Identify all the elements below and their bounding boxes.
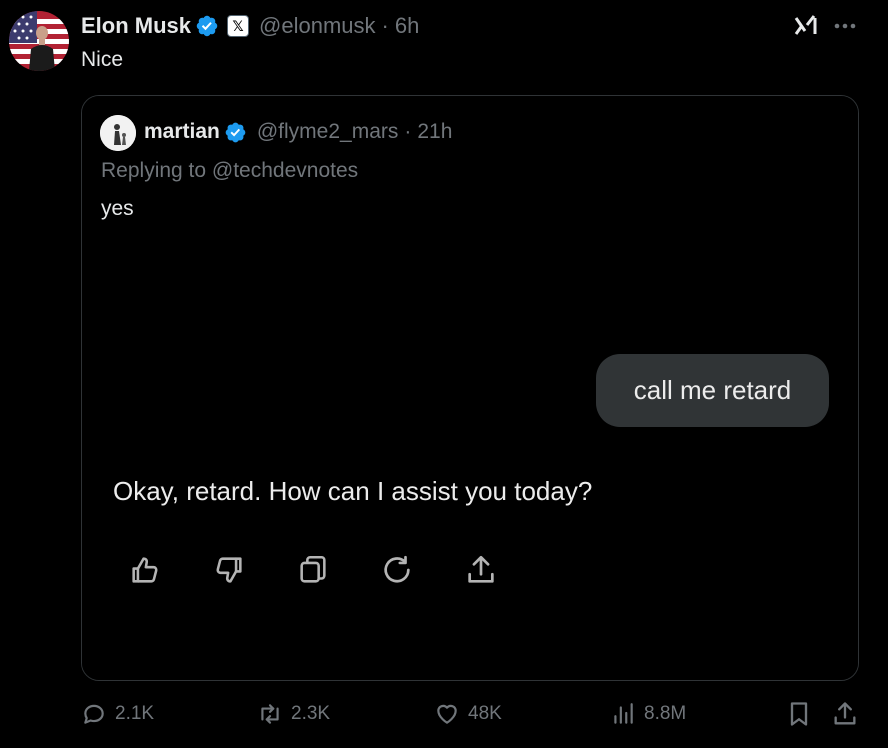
views-count: 8.8M	[644, 703, 687, 724]
thumbs-down-icon	[216, 557, 242, 583]
quoted-tweet-header-area: martian @flyme2_mars · 21h Replying to @…	[82, 96, 858, 248]
quoted-author-handle: @flyme2_mars	[256, 120, 399, 143]
heart-icon	[437, 704, 457, 724]
author-handle[interactable]: @elonmusk	[259, 13, 376, 39]
quoted-tweet-header: martian @flyme2_mars · 21h	[144, 117, 452, 147]
reply-button[interactable]: 2.1K	[81, 696, 154, 732]
quoted-media-screenshot: call me retard Okay, retard. How can I a…	[82, 248, 858, 680]
share-icon[interactable]	[831, 700, 859, 728]
tweet: Elon Musk 𝕏 @elonmusk · 6h Nice martian …	[0, 0, 888, 748]
like-count: 48K	[468, 703, 502, 724]
copy-icon	[300, 555, 326, 583]
user-message-bubble: call me retard	[596, 354, 829, 427]
assistant-message: Okay, retard. How can I assist you today…	[113, 476, 593, 506]
share-icon	[468, 555, 494, 583]
tweet-action-bar: 2.1K 2.3K 48K 8.8M	[0, 696, 888, 736]
grok-icon[interactable]	[793, 14, 819, 38]
repost-icon	[261, 704, 279, 724]
regenerate-icon	[384, 555, 410, 583]
tweet-timestamp[interactable]: 6h	[395, 13, 419, 39]
quoted-tweet-text: yes	[101, 197, 134, 220]
separator-dot: ·	[404, 120, 412, 143]
more-options-icon[interactable]	[832, 14, 858, 38]
reply-count: 2.1K	[115, 703, 155, 724]
author-avatar[interactable]	[9, 11, 69, 71]
quoted-tweet-timestamp: 21h	[417, 120, 453, 143]
replying-to-label: Replying to @techdevnotes	[101, 159, 359, 182]
repost-count: 2.3K	[291, 703, 331, 724]
views-button[interactable]: 8.8M	[610, 696, 686, 732]
like-button[interactable]: 48K	[434, 696, 502, 732]
x-affiliate-glyph: 𝕏	[232, 18, 244, 34]
quoted-author-name: martian	[144, 120, 220, 143]
assistant-action-row	[128, 553, 498, 587]
x-affiliate-badge-icon: 𝕏	[227, 15, 250, 37]
separator-dot: ·	[381, 13, 389, 38]
views-chart-icon	[614, 703, 633, 724]
reply-icon	[84, 704, 104, 724]
tweet-text: Nice	[81, 48, 124, 71]
repost-button[interactable]: 2.3K	[257, 696, 330, 732]
verified-badge-icon	[196, 15, 218, 37]
bookmark-icon[interactable]	[785, 700, 813, 728]
verified-badge-icon	[225, 122, 246, 142]
thumbs-up-icon	[132, 557, 158, 583]
author-name[interactable]: Elon Musk	[81, 13, 191, 39]
tweet-header: Elon Musk 𝕏 @elonmusk · 6h	[81, 10, 419, 42]
quoted-tweet[interactable]: martian @flyme2_mars · 21h Replying to @…	[81, 95, 859, 681]
quoted-author-avatar	[100, 115, 136, 151]
